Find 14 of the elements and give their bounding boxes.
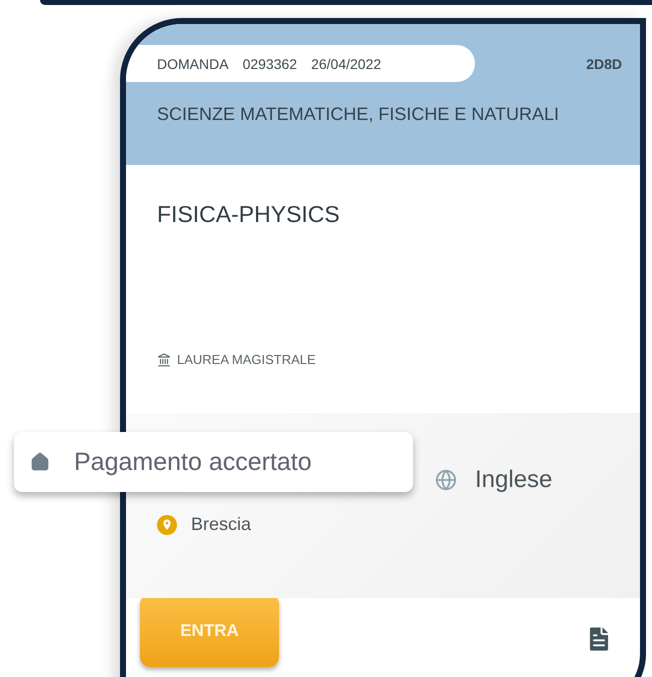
application-label: DOMANDA [157,56,229,72]
faculty-name: SCIENZE MATEMATICHE, FISICHE E NATURALI [157,104,560,125]
degree-type: LAUREA MAGISTRALE [177,352,316,367]
application-number: 0293362 [242,56,298,72]
status-text: Pagamento accertato [74,448,312,476]
globe-icon [435,469,457,491]
application-date: 26/04/2022 [311,56,382,72]
location-text: Brescia [191,514,252,535]
institution-icon [157,352,171,366]
application-code: 2D8D [586,56,622,72]
course-title: FISICA-PHYSICS [157,201,341,228]
location-pin-icon [157,514,177,534]
language-text: Inglese [475,466,552,494]
home-icon [30,452,50,472]
